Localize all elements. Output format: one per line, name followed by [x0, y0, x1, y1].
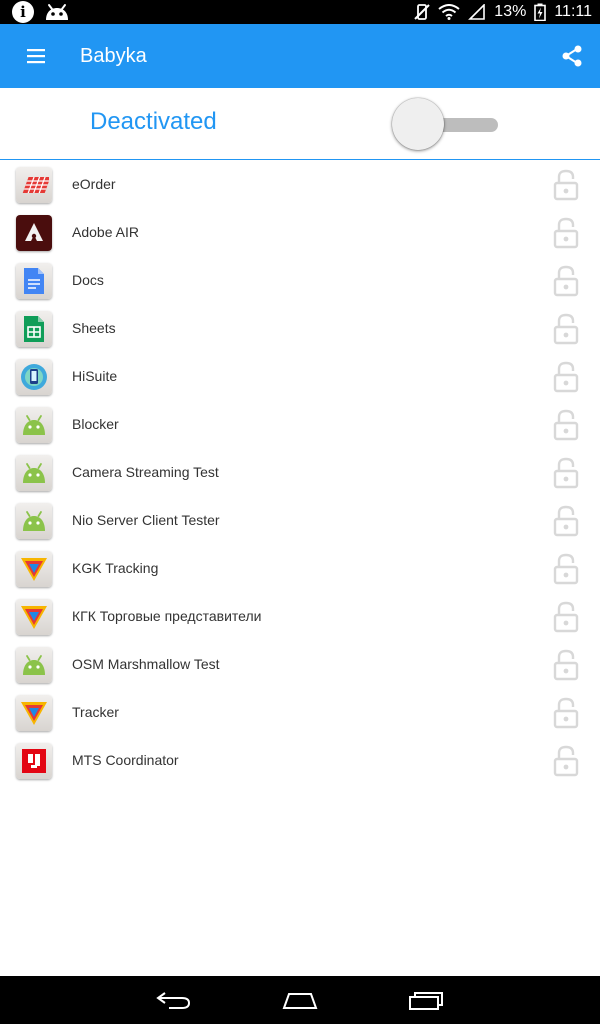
kgk-icon: [16, 695, 52, 731]
app-name: HiSuite: [72, 368, 118, 384]
app-list-item[interactable]: KGK Tracking: [0, 545, 600, 593]
unlocked-lock-icon[interactable]: [553, 649, 579, 681]
app-name: Blocker: [72, 416, 119, 432]
app-name: eOrder: [72, 176, 116, 192]
app-name: KGK Tracking: [72, 560, 159, 576]
back-icon: [156, 992, 191, 1009]
status-right: 13% 11:11: [414, 3, 592, 21]
app-list-item[interactable]: OSM Marshmallow Test: [0, 641, 600, 689]
status-bar: i 13% 11:11: [0, 0, 600, 24]
app-list: eOrder Adobe AIR Docs Sheets HiSuite Blocker C…: [0, 161, 600, 785]
app-toolbar: Babyka: [0, 24, 600, 88]
app-name: MTS Coordinator: [72, 752, 179, 768]
app-list-item[interactable]: Sheets: [0, 305, 600, 353]
activation-row: Deactivated: [0, 88, 600, 160]
switch-thumb: [392, 98, 444, 150]
app-name: Docs: [72, 272, 104, 288]
back-button[interactable]: [147, 982, 201, 1018]
share-icon[interactable]: [560, 44, 584, 68]
app-name: Sheets: [72, 320, 116, 336]
app-list-item[interactable]: Adobe AIR: [0, 209, 600, 257]
mts-icon: [16, 743, 52, 779]
docs-icon: [16, 263, 52, 299]
unlocked-lock-icon[interactable]: [553, 601, 579, 633]
toolbar-title: Babyka: [80, 44, 147, 67]
unlocked-lock-icon[interactable]: [553, 697, 579, 729]
info-icon: i: [12, 1, 34, 23]
recents-button[interactable]: [399, 982, 453, 1018]
screen: i 13% 11:11 Babyka Deactivated eOrder Ad…: [0, 0, 600, 1024]
recents-icon: [409, 992, 443, 1010]
android-icon: [16, 647, 52, 683]
android-icon: [16, 503, 52, 539]
app-list-item[interactable]: Blocker: [0, 401, 600, 449]
app-list-item[interactable]: eOrder: [0, 161, 600, 209]
sheets-icon: [16, 311, 52, 347]
unlocked-lock-icon[interactable]: [553, 169, 579, 201]
unlocked-lock-icon[interactable]: [553, 361, 579, 393]
battery-charging-icon: [534, 3, 547, 21]
unlocked-lock-icon[interactable]: [553, 265, 579, 297]
navigation-bar: [0, 976, 600, 1024]
app-name: Adobe AIR: [72, 224, 139, 240]
android-head-icon: [46, 4, 68, 20]
app-name: OSM Marshmallow Test: [72, 656, 220, 672]
app-name: Camera Streaming Test: [72, 464, 219, 480]
activation-switch[interactable]: [390, 96, 502, 152]
activation-status-label: Deactivated: [90, 108, 217, 135]
unlocked-lock-icon[interactable]: [553, 745, 579, 777]
unlocked-lock-icon[interactable]: [553, 505, 579, 537]
home-button[interactable]: [273, 982, 327, 1018]
android-icon: [16, 455, 52, 491]
status-left: i: [12, 1, 70, 23]
app-list-item[interactable]: КГК Торговые представители: [0, 593, 600, 641]
adobe-air-icon: [16, 215, 52, 251]
app-list-item[interactable]: Camera Streaming Test: [0, 449, 600, 497]
app-name: КГК Торговые представители: [72, 608, 262, 624]
home-icon: [282, 993, 318, 1009]
app-list-item[interactable]: MTS Coordinator: [0, 737, 600, 785]
hisuite-icon: [16, 359, 52, 395]
unlocked-lock-icon[interactable]: [553, 553, 579, 585]
app-list-item[interactable]: Docs: [0, 257, 600, 305]
unlocked-lock-icon[interactable]: [553, 409, 579, 441]
battery-percent: 13%: [494, 3, 527, 20]
wifi-icon: [438, 4, 460, 20]
menu-button[interactable]: [0, 24, 72, 88]
android-icon: [16, 407, 52, 443]
eorder-icon: [16, 167, 52, 203]
menu-icon: [27, 49, 45, 64]
clock: 11:11: [554, 3, 592, 20]
kgk-icon: [16, 599, 52, 635]
signal-icon: [468, 4, 486, 20]
unlocked-lock-icon[interactable]: [553, 313, 579, 345]
app-list-item[interactable]: HiSuite: [0, 353, 600, 401]
app-list-item[interactable]: Nio Server Client Tester: [0, 497, 600, 545]
app-list-item[interactable]: Tracker: [0, 689, 600, 737]
kgk-icon: [16, 551, 52, 587]
vibrate-off-icon: [414, 4, 431, 20]
unlocked-lock-icon[interactable]: [553, 217, 579, 249]
app-name: Tracker: [72, 704, 119, 720]
app-name: Nio Server Client Tester: [72, 512, 220, 528]
unlocked-lock-icon[interactable]: [553, 457, 579, 489]
